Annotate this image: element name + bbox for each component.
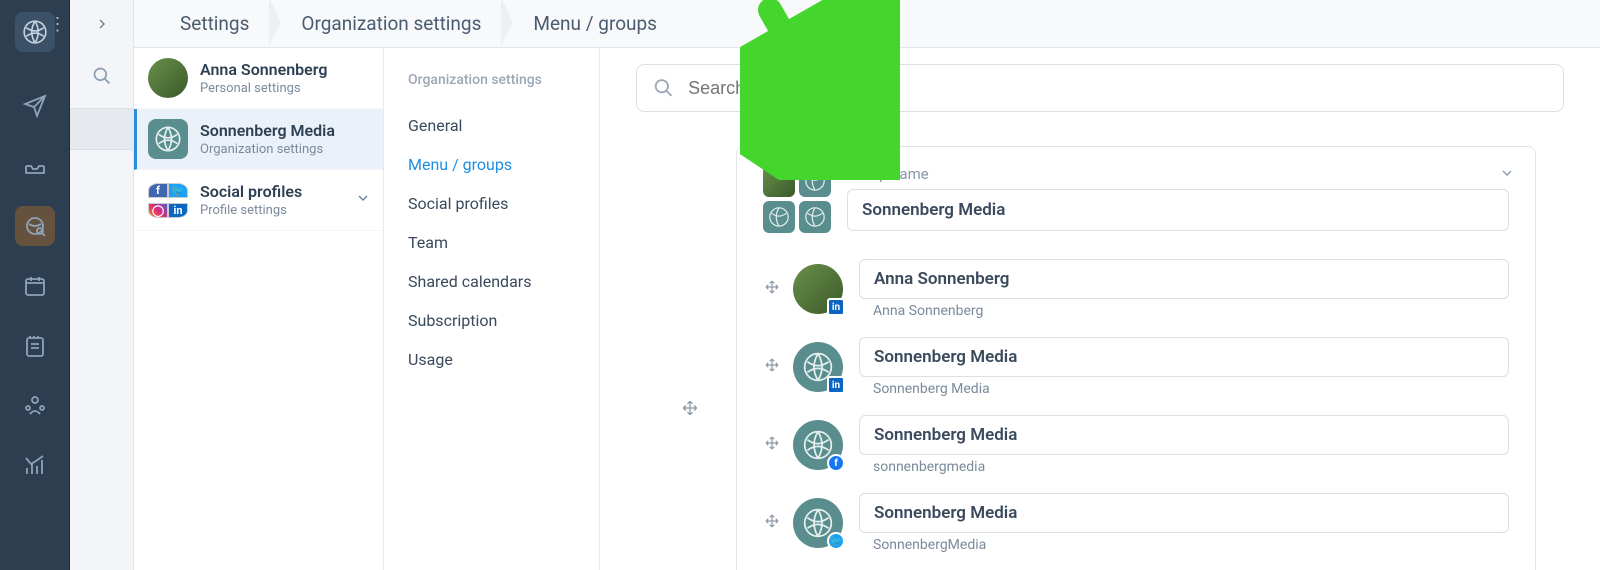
breadcrumb: Settings Organization settings Menu / gr… (134, 0, 1600, 48)
nav-item-usage[interactable]: Usage (398, 340, 585, 379)
group-avatar-grid (763, 165, 831, 233)
profile-title-input[interactable]: Sonnenberg Media (859, 415, 1509, 455)
rail-nav-monitor-icon[interactable] (15, 206, 55, 246)
profile-handle: SonnenbergMedia (859, 537, 1509, 553)
nav-item-shared-calendars[interactable]: Shared calendars (398, 262, 585, 301)
profile-row: in Anna Sonnenberg Anna Sonnenberg (763, 259, 1509, 319)
nav-item-team[interactable]: Team (398, 223, 585, 262)
rail-logo-menu-icon[interactable]: ⋮ (49, 20, 67, 30)
nav-item-general[interactable]: General (398, 106, 585, 145)
search-input[interactable] (688, 78, 1547, 99)
search-bar[interactable] (636, 64, 1564, 112)
profile-row: f Sonnenberg Media sonnenbergmedia (763, 415, 1509, 475)
expand-panel-icon[interactable] (94, 16, 110, 36)
profile-title-input[interactable]: Sonnenberg Media (859, 337, 1509, 377)
collapsed-panel (70, 0, 134, 570)
breadcrumb-item[interactable]: Settings (154, 12, 275, 35)
account-item-personal[interactable]: Anna Sonnenberg Personal settings (134, 48, 383, 109)
settings-accounts-list: Anna Sonnenberg Personal settings Sonnen… (134, 48, 384, 570)
nav-item-social-profiles[interactable]: Social profiles (398, 184, 585, 223)
drag-handle-icon[interactable] (763, 434, 781, 456)
search-icon (653, 77, 674, 99)
group-name-input[interactable]: Sonnenberg Media (847, 189, 1509, 231)
account-item-org[interactable]: Sonnenberg Media Organization settings (134, 109, 383, 170)
main-content: Group name Sonnenberg Media in Anna Sonn… (600, 48, 1600, 570)
nav-item-menu-groups[interactable]: Menu / groups (398, 145, 585, 184)
twitter-badge-icon: 🐦 (827, 532, 845, 550)
rail-nav-notes-icon[interactable] (15, 326, 55, 366)
rail-nav-inbox-icon[interactable] (15, 146, 55, 186)
org-settings-nav: Organization settings General Menu / gro… (384, 48, 600, 570)
drag-handle-icon[interactable] (763, 356, 781, 378)
nav-item-subscription[interactable]: Subscription (398, 301, 585, 340)
social-cluster-icon: f🐦◯in (148, 180, 188, 220)
rail-nav-publish-icon[interactable] (15, 86, 55, 126)
breadcrumb-item[interactable]: Organization settings (275, 12, 507, 35)
panel-search-icon[interactable] (92, 66, 112, 90)
profile-row: in Sonnenberg Media Sonnenberg Media (763, 337, 1509, 397)
collapsed-panel-active-marker (70, 108, 133, 150)
account-name: Anna Sonnenberg (200, 60, 328, 79)
account-item-social-profiles[interactable]: f🐦◯in Social profiles Profile settings (134, 170, 383, 231)
linkedin-badge-icon: in (827, 298, 845, 316)
breadcrumb-item[interactable]: Menu / groups (507, 12, 683, 35)
profile-handle: sonnenbergmedia (859, 459, 1509, 475)
profile-handle: Sonnenberg Media (859, 381, 1509, 397)
account-subtitle: Profile settings (200, 203, 302, 218)
facebook-badge-icon: f (827, 454, 845, 472)
group-drag-handle-icon[interactable] (680, 398, 700, 422)
chevron-down-icon[interactable] (1499, 165, 1515, 185)
profile-handle: Anna Sonnenberg (859, 303, 1509, 319)
account-name: Social profiles (200, 182, 302, 201)
org-logo-icon (148, 119, 188, 159)
app-rail: ⋮ (0, 0, 70, 570)
chevron-down-icon[interactable] (355, 190, 371, 210)
drag-handle-icon[interactable] (763, 512, 781, 534)
account-subtitle: Personal settings (200, 81, 328, 96)
drag-handle-icon[interactable] (763, 278, 781, 300)
rail-nav-calendar-icon[interactable] (15, 266, 55, 306)
rail-nav-team-icon[interactable] (15, 386, 55, 426)
account-name: Sonnenberg Media (200, 121, 335, 140)
avatar (148, 58, 188, 98)
profile-title-input[interactable]: Sonnenberg Media (859, 493, 1509, 533)
profile-row: 🐦 Sonnenberg Media SonnenbergMedia (763, 493, 1509, 553)
app-logo[interactable]: ⋮ (15, 12, 55, 52)
group-name-label: Group name (847, 165, 1509, 183)
linkedin-badge-icon: in (827, 376, 845, 394)
account-subtitle: Organization settings (200, 142, 335, 157)
nav-section-title: Organization settings (398, 72, 585, 88)
group-card: Group name Sonnenberg Media in Anna Sonn… (736, 146, 1536, 570)
profile-title-input[interactable]: Anna Sonnenberg (859, 259, 1509, 299)
rail-nav-analytics-icon[interactable] (15, 446, 55, 486)
